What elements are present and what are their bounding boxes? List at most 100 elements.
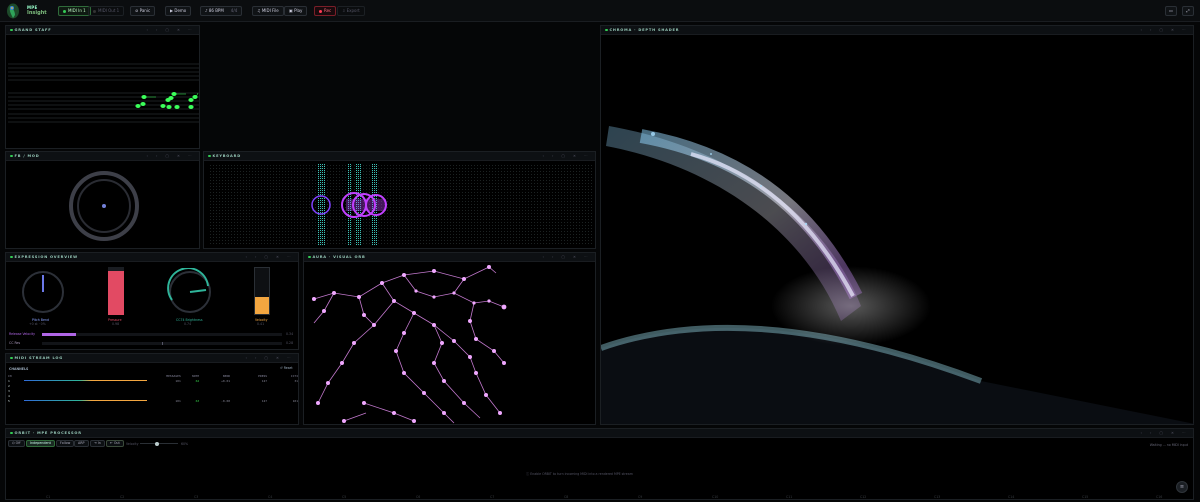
independent-label: Independent [30,441,51,445]
panel-controls[interactable]: ‹ › ▢ ✕ ⋯ [147,28,196,32]
mode-independent-button[interactable]: Independent [26,440,55,447]
fullscreen-button[interactable]: ⤢ [1182,6,1194,16]
panel-title-text: FB / MOD [14,154,40,158]
table-cell: 101 [292,398,298,403]
velocity-value: 0.41 [257,322,265,326]
active-key-column [318,164,325,246]
demo-button[interactable]: ▶ Demo [165,6,192,16]
velocity-slider-label: Velocity [126,442,139,446]
out-label: Out [113,441,120,445]
play-label: Play [294,8,303,13]
panel-header: AURA · VISUAL ORB ‹ › ▢ ✕ ⋯ [304,253,595,262]
reset-button[interactable]: ↺ Reset [280,366,293,370]
panel-controls[interactable]: ‹ › ▢ ✕ ⋯ [543,154,592,158]
panel-title-text: CHROMA · DEPTH SHADER [609,28,680,32]
midi-in-button[interactable]: MIDI In 1 [58,6,91,16]
fb-mod-panel: FB / MOD ‹ › ▢ ✕ ⋯ [5,151,200,249]
time-signature: 4/4 [230,8,238,13]
ruler-tick: C14 [1008,495,1015,499]
in-label: In [97,441,101,445]
midi-out-label: MIDI Out 1 [98,8,120,13]
panel-controls[interactable]: ‹ › ▢ ✕ ⋯ [147,154,196,158]
ruler-tick: C3 [194,495,199,499]
demo-label: Demo [174,8,187,13]
channel-ruler: C1 C2 C3 C4 C5 C6 C7 C8 C9 C10 C11 C12 C13 C14 C15 C16 [6,495,1195,500]
menu-button[interactable]: ≡ [1176,481,1188,493]
panel-title: GRAND STAFF [10,28,52,32]
arp-label: ARP [78,441,85,445]
ruler-tick: C13 [934,495,941,499]
export-label: Export [346,8,360,13]
velocity-slider-value: 60% [181,442,189,446]
velocity-slider-thumb[interactable] [155,441,159,446]
follow-label: Follow [60,441,71,445]
midi-file-button[interactable]: ♫ MIDI File [252,6,284,16]
tempo-value: 86 BPM [208,8,224,13]
ruler-tick: C5 [342,495,347,499]
panel-controls[interactable]: ‹ › ▢ ✕ ⋯ [1141,431,1190,435]
mod-ring-visual [69,171,139,241]
peacock-logo-icon [7,3,19,19]
activity-bar [24,398,152,403]
panel-header: FB / MOD ‹ › ▢ ✕ ⋯ [6,152,199,161]
midi-file-label: MIDI File [261,8,279,13]
velocity-bar [254,267,270,315]
release-velocity-value: 0.34 [286,332,294,336]
processor-hint: ⓘ Enable ORBIT to turn incoming MIDI int… [526,471,633,476]
panel-controls[interactable]: ‹ › ▢ ✕ ⋯ [1141,28,1190,32]
mode-arp-button[interactable]: ARP [74,440,89,447]
visual-orb-panel: AURA · VISUAL ORB ‹ › ▢ ✕ ⋯ [303,252,596,425]
velocity-slider[interactable] [140,441,178,446]
panel-title: FB / MOD [10,154,40,158]
table-cell: -0.00 [221,398,231,403]
export-button[interactable]: ⇩ Export [337,6,365,16]
ruler-tick: C15 [1082,495,1089,499]
cc-marker [162,342,163,345]
expression-panel: EXPRESSION OVERVIEW ‹ › ▢ ✕ ⋯ Pitch Bend… [5,252,299,350]
panel-header: CHROMA · DEPTH SHADER ‹ › ▢ ✕ ⋯ [601,26,1193,35]
grand-staff-panel: GRAND STAFF ‹ › ▢ ✕ ⋯ [5,25,200,149]
ruler-tick: C11 [786,495,793,499]
output-button[interactable]: ⇤ Out [106,440,124,447]
chat-button[interactable]: ▭ [1165,6,1177,16]
record-button[interactable]: Rec [314,6,337,16]
play-button[interactable]: ▣ Play [284,6,308,16]
panel-title: EXPRESSION OVERVIEW [10,255,78,259]
panel-title-text: MIDI STREAM LOG [14,356,64,360]
tempo-field[interactable]: ♪ 86 BPM 4/4 [200,6,242,16]
panel-controls[interactable]: ‹ › ▢ ✕ ⋯ [246,255,295,259]
panel-controls[interactable]: ‹ › ▢ ✕ ⋯ [246,356,295,360]
table-cell: 127 [261,398,268,403]
processor-off-button[interactable]: ⏻ Off [8,440,25,447]
panel-header: KEYBOARD ‹ › ▢ ✕ ⋯ [204,152,595,161]
hamburger-icon: ≡ [1179,484,1185,490]
panel-title-text: ORBIT · MPE PROCESSOR [14,431,82,435]
panel-controls[interactable]: ‹ › ▢ ✕ ⋯ [543,255,592,259]
panic-button[interactable]: ⊘ Panic [130,6,156,16]
pressure-bar-fill [108,270,124,315]
ruler-tick: C8 [564,495,569,499]
panel-title-text: EXPRESSION OVERVIEW [14,255,78,259]
depth-particle-canvas [601,126,1195,424]
panel-title-text: AURA · VISUAL ORB [312,255,366,259]
panel-title-text: GRAND STAFF [14,28,52,32]
channels-section-label: CHANNELS [9,367,29,371]
table-cell: 101 [175,398,181,403]
brand-name-bottom: Insight [27,10,47,16]
panic-label: Panic [139,8,151,13]
panel-title: MIDI STREAM LOG [10,356,63,360]
activity-bar-fill [24,399,147,402]
keyboard-panel: KEYBOARD ‹ › ▢ ✕ ⋯ [203,151,596,249]
cc74-value: 0.74 [184,322,192,326]
mode-follow-button[interactable]: Follow [56,440,75,447]
midi-log-panel: MIDI STREAM LOG ‹ › ▢ ✕ ⋯ CHANNELS ↺ Res… [5,353,299,425]
cc-track [42,342,282,345]
orb-network-canvas [312,265,507,424]
staff-notes [135,92,198,109]
ruler-tick: C1 [46,495,51,499]
input-button[interactable]: ⇥ In [90,440,105,447]
expand-icon: ⤢ [1186,8,1190,13]
keyboard-grid [208,164,593,246]
ruler-tick: C6 [416,495,421,499]
midi-out-button[interactable]: MIDI Out 1 [88,6,125,16]
